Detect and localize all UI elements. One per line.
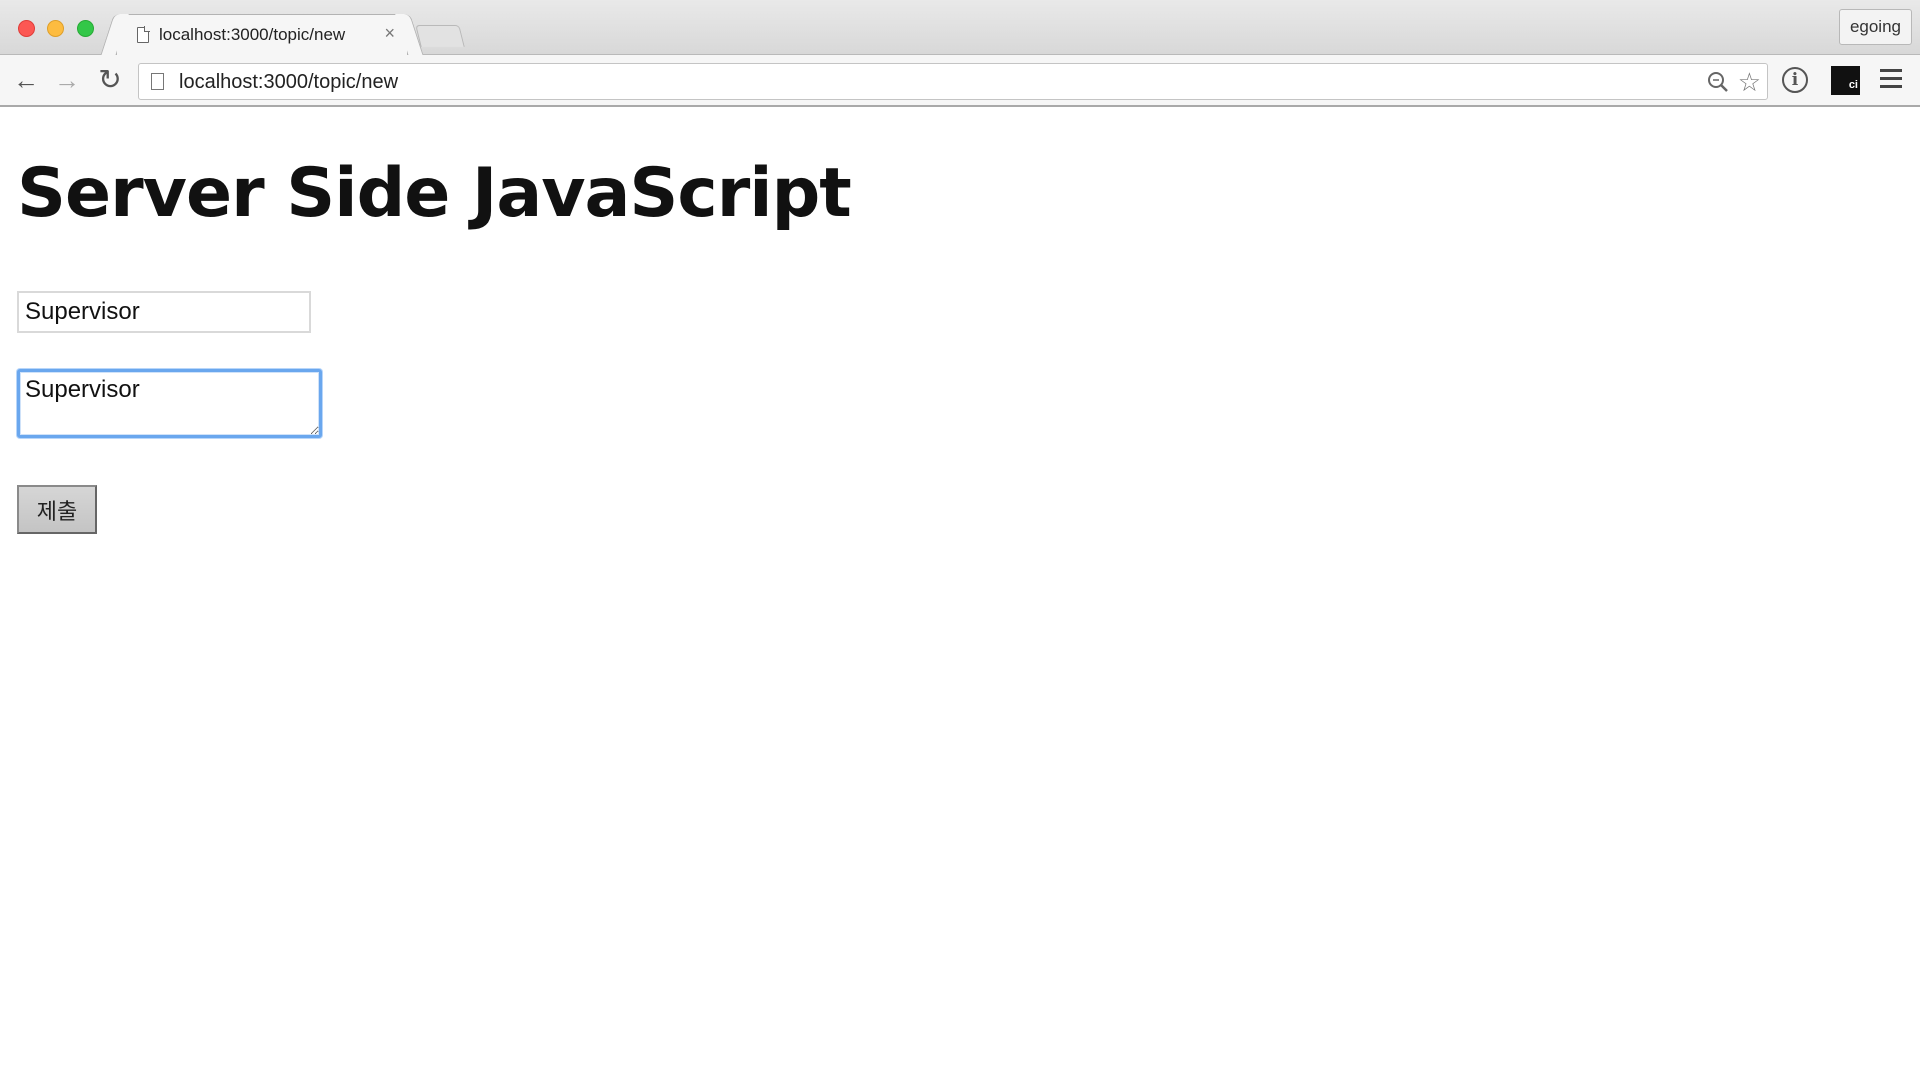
new-tab-button[interactable] xyxy=(415,25,465,47)
close-window-button[interactable] xyxy=(18,20,35,37)
menu-icon[interactable] xyxy=(1880,69,1902,89)
forward-arrow-icon[interactable]: → xyxy=(49,63,85,99)
page-content: Server Side JavaScript Supervisor 제출 xyxy=(0,109,1920,1080)
address-bar[interactable]: localhost:3000/topic/new ☆ xyxy=(138,63,1768,100)
info-icon[interactable]: i xyxy=(1782,67,1808,93)
back-arrow-icon[interactable]: ← xyxy=(8,63,44,99)
description-textarea[interactable]: Supervisor xyxy=(17,369,322,438)
page-icon xyxy=(151,73,164,90)
submit-button[interactable]: 제출 xyxy=(17,485,97,534)
page-title: Server Side JavaScript xyxy=(17,154,852,233)
page-icon xyxy=(137,27,149,43)
tab-title: localhost:3000/topic/new xyxy=(159,25,346,44)
ci-extension-icon[interactable]: ci xyxy=(1831,66,1860,95)
zoom-icon[interactable] xyxy=(1707,71,1729,93)
url-text[interactable]: localhost:3000/topic/new xyxy=(179,71,398,94)
title-input[interactable] xyxy=(17,291,311,333)
close-tab-icon[interactable]: × xyxy=(384,23,395,44)
star-icon[interactable]: ☆ xyxy=(1738,69,1761,95)
minimize-window-button[interactable] xyxy=(47,20,64,37)
tab-active[interactable]: localhost:3000/topic/new × xyxy=(116,14,408,56)
browser-toolbar: ← → ↻ localhost:3000/topic/new ☆ i ci xyxy=(0,55,1920,107)
tab-strip: localhost:3000/topic/new × egoing xyxy=(0,0,1920,56)
maximize-window-button[interactable] xyxy=(77,20,94,37)
reload-icon[interactable]: ↻ xyxy=(92,63,128,99)
profile-button[interactable]: egoing xyxy=(1838,9,1912,45)
